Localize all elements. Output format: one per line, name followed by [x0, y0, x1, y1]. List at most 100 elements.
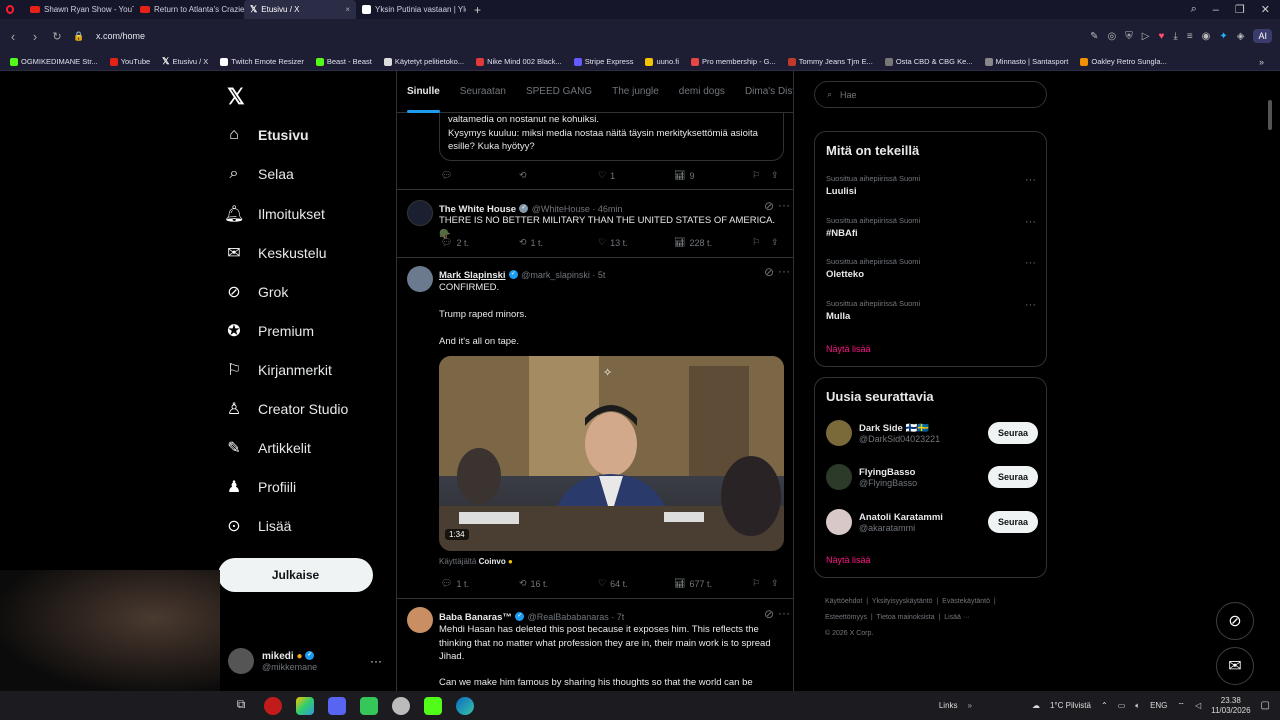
tweet-author-name[interactable]: Baba Banaras™	[439, 612, 512, 623]
task-view-icon[interactable]: ⧉	[232, 697, 250, 715]
browser-tab-active[interactable]: 𝕏 Etusivu / X ×	[244, 0, 356, 19]
share-button[interactable]: ⇪	[771, 578, 779, 589]
footer-link[interactable]: Käyttöehdot	[825, 598, 862, 605]
forward-icon[interactable]: ›	[24, 29, 46, 44]
tab-following[interactable]: Seuraatan	[450, 71, 516, 113]
url-field[interactable]: x.com/home	[96, 31, 145, 41]
bookmark-button[interactable]: ⚐	[752, 237, 760, 248]
chevron-right-icon[interactable]: »	[1259, 57, 1264, 67]
bookmark-item[interactable]: Nike Mind 002 Black...	[472, 57, 566, 66]
edge-icon[interactable]	[456, 696, 474, 715]
follow-suggestion[interactable]: FlyingBasso @FlyingBasso Seuraa	[826, 462, 1038, 492]
tweet-handle[interactable]: @RealBababanaras · 7t	[528, 612, 625, 622]
sidebar-item-notifications[interactable]: 🔔︎ Ilmoitukset	[224, 204, 325, 224]
video-player[interactable]: 1:34 ✧	[439, 356, 784, 551]
avatar[interactable]	[407, 266, 433, 292]
maximize-icon[interactable]: ❐	[1235, 3, 1245, 16]
sidebar-item-bookmarks[interactable]: ⚐ Kirjanmerkit	[224, 360, 332, 380]
tweet-handle[interactable]: @WhiteHouse · 46min	[532, 204, 623, 214]
new-tab-icon[interactable]: +	[474, 3, 481, 17]
browser-tab[interactable]: Return to Atlanta's Crazie	[134, 0, 244, 19]
bookmark-item[interactable]: Stripe Express	[570, 57, 638, 66]
views-button[interactable]: 📊︎ 228 t.	[674, 237, 712, 248]
menu-icon[interactable]: ≡	[1187, 31, 1193, 42]
bookmark-button[interactable]: ⚐	[752, 578, 760, 589]
clock[interactable]: 23.38 11/03/2026	[1211, 696, 1250, 716]
camera-icon[interactable]: ◎	[1108, 31, 1117, 42]
reply-button[interactable]: 💬︎	[441, 170, 452, 181]
wifi-icon[interactable]: ⌔	[1177, 701, 1185, 711]
footer-link[interactable]: Lisää ···	[944, 614, 970, 621]
chevron-up-icon[interactable]: ⌃	[1101, 701, 1108, 710]
grok-icon[interactable]: ⊘	[764, 265, 774, 279]
follow-suggestion[interactable]: Dark Side 🇫🇮🇸🇪 @DarkSid04023221 Seuraa	[826, 418, 1038, 448]
heart-icon[interactable]: ♥	[1158, 31, 1164, 42]
tab-the-jungle[interactable]: The jungle	[602, 71, 669, 113]
messages-fab-button[interactable]: ✉	[1216, 647, 1254, 685]
sidebar-item-grok[interactable]: ⊘ Grok	[224, 282, 288, 302]
app-taskbar-icon[interactable]	[360, 696, 378, 715]
edit-icon[interactable]: ✎	[1090, 31, 1098, 42]
footer-link[interactable]: Evästekäytäntö	[942, 598, 990, 605]
bookmark-item[interactable]: OGMIKEDIMANE Str...	[6, 57, 102, 66]
bookmark-item[interactable]: Käytetyt pelitietoko...	[380, 57, 468, 66]
views-button[interactable]: 📊︎ 9	[674, 170, 694, 181]
bookmark-item[interactable]: uuno.fi	[641, 57, 683, 66]
browser-tab[interactable]: Shawn Ryan Show - YouTube	[24, 0, 134, 19]
post-button[interactable]: Julkaise	[218, 558, 373, 592]
tab-speed-gang[interactable]: SPEED GANG	[516, 71, 602, 113]
bookmark-item[interactable]: YouTube	[106, 57, 154, 66]
footer-link[interactable]: Tietoa mainoksista	[877, 614, 935, 621]
more-dots-icon[interactable]: ···	[1025, 299, 1036, 311]
close-icon[interactable]: ✕	[1261, 3, 1270, 16]
show-more-link[interactable]: Näytä lisää	[826, 344, 871, 354]
bookmark-item[interactable]: Beast - Beast	[312, 57, 376, 66]
follow-suggestion[interactable]: Anatoli Karatammi @akaratammi Seuraa	[826, 507, 1038, 537]
search-icon[interactable]: ⌕	[1191, 3, 1197, 16]
play-icon[interactable]: ▷	[1142, 31, 1150, 42]
grok-icon[interactable]: ⊘	[764, 607, 774, 621]
minimize-icon[interactable]: –	[1213, 4, 1219, 16]
language-indicator[interactable]: ENG	[1150, 701, 1167, 710]
credit-author[interactable]: Coinvo	[479, 557, 506, 566]
app-taskbar-icon[interactable]	[296, 696, 314, 715]
bookmark-item[interactable]: Twitch Emote Resizer	[216, 57, 308, 66]
footer-link[interactable]: Esteettömyys	[825, 614, 867, 621]
trend-item[interactable]: Suosittua aihepiirissä Suomi #NBAfi ···	[826, 216, 1036, 239]
more-dots-icon[interactable]: ···	[778, 198, 790, 212]
discord-icon[interactable]	[328, 696, 346, 715]
sparkle-icon[interactable]: ✧	[603, 366, 612, 379]
bookmark-item[interactable]: Oakley Retro Sungla...	[1076, 57, 1170, 66]
sidebar-item-explore[interactable]: ⌕ Selaa	[224, 165, 294, 183]
ai-button[interactable]: AI	[1253, 29, 1272, 43]
reply-button[interactable]: 💬︎ 2 t.	[441, 237, 469, 248]
follow-button[interactable]: Seuraa	[987, 511, 1038, 533]
bookmark-item[interactable]: Tommy Jeans Tjm E...	[784, 57, 877, 66]
more-dots-icon[interactable]: ···	[1025, 216, 1036, 228]
share-button[interactable]: ⇪	[771, 170, 779, 181]
grok-fab-button[interactable]: ⊘	[1216, 602, 1254, 640]
avatar[interactable]	[407, 200, 433, 226]
trend-item[interactable]: Suosittua aihepiirissä Suomi Mulla ···	[826, 299, 1036, 322]
trend-item[interactable]: Suosittua aihepiirissä Suomi Luulisi ···	[826, 174, 1036, 197]
grok-icon[interactable]: ⊘	[764, 199, 774, 213]
shield-icon[interactable]: ⛨	[1125, 31, 1133, 42]
show-more-link[interactable]: Näytä lisää	[826, 555, 871, 565]
repost-button[interactable]: ⟲ 16 t.	[519, 578, 548, 589]
follow-button[interactable]: Seuraa	[987, 466, 1038, 488]
speaker-icon[interactable]: ◁	[1195, 701, 1201, 710]
tab-demi-dogs[interactable]: demi dogs	[669, 71, 735, 113]
bookmark-item[interactable]: Pro membership - G...	[687, 57, 780, 66]
sidebar-item-creator-studio[interactable]: ♙ Creator Studio	[224, 399, 348, 419]
notification-icon[interactable]: ▢	[1261, 700, 1270, 711]
opera-logo-icon[interactable]	[6, 5, 14, 14]
trend-item[interactable]: Suosittua aihepiirissä Suomi Oletteko ···	[826, 257, 1036, 280]
account-switcher[interactable]: mikedi ● ✓ @mikkemane ···	[228, 648, 382, 674]
tab-for-you[interactable]: Sinulle	[397, 71, 450, 113]
sidebar-item-messages[interactable]: ✉ Keskustelu	[224, 243, 326, 263]
sidebar-item-articles[interactable]: ✎ Artikkelit	[224, 438, 311, 458]
weather-status[interactable]: 1°C Pilvistä	[1050, 701, 1091, 710]
share-button[interactable]: ⇪	[771, 237, 779, 248]
more-dots-icon[interactable]: ···	[370, 654, 382, 668]
like-button[interactable]: ♡ 64 t.	[598, 578, 628, 589]
